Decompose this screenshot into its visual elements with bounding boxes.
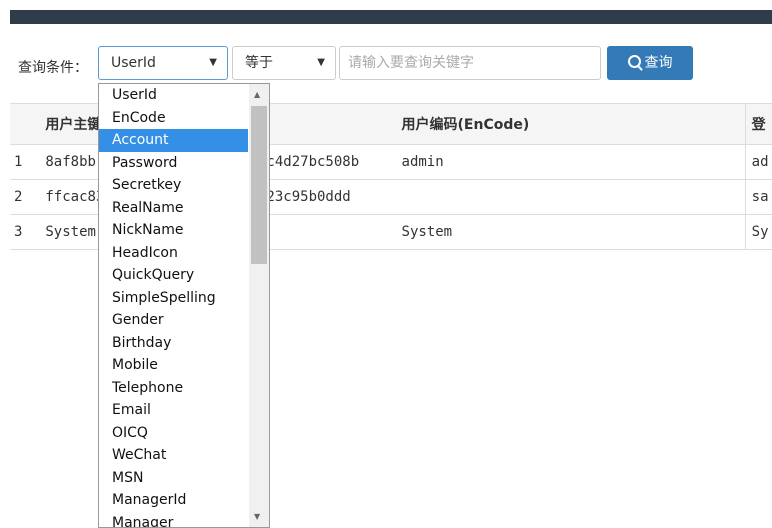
dropdown-option-oicq[interactable]: OICQ <box>99 422 248 445</box>
dropdown-option-secretkey[interactable]: Secretkey <box>99 174 248 197</box>
cell-login: Sy <box>744 214 772 250</box>
dropdown-option-managerid[interactable]: ManagerId <box>99 489 248 512</box>
dropdown-option-userid[interactable]: UserId <box>99 84 248 107</box>
row-number: 3 <box>10 214 38 250</box>
scrollbar-thumb[interactable] <box>251 106 267 264</box>
row-number: 2 <box>10 179 38 215</box>
field-dropdown-list[interactable]: UserId EnCode Account Password Secretkey… <box>98 83 270 528</box>
field-select[interactable]: UserId ▼ <box>98 46 228 80</box>
query-condition-label: 查询条件： <box>18 60 88 76</box>
operator-select-value: 等于 <box>245 55 273 71</box>
dropdown-option-email[interactable]: Email <box>99 399 248 422</box>
dropdown-option-birthday[interactable]: Birthday <box>99 332 248 355</box>
column-header-encode[interactable]: 用户编码(EnCode) <box>393 103 746 145</box>
dropdown-option-mobile[interactable]: Mobile <box>99 354 248 377</box>
field-select-value: UserId <box>111 55 156 71</box>
dropdown-option-manager[interactable]: Manager <box>99 512 248 528</box>
row-number: 1 <box>10 144 38 180</box>
dropdown-option-headicon[interactable]: HeadIcon <box>99 242 248 265</box>
cell-encode: System <box>393 214 746 250</box>
dropdown-option-simplespelling[interactable]: SimpleSpelling <box>99 287 248 310</box>
cell-login: ad <box>744 144 772 180</box>
caret-down-icon: ▼ <box>317 57 325 68</box>
dropdown-option-gender[interactable]: Gender <box>99 309 248 332</box>
search-button-label: 查询 <box>644 55 673 71</box>
search-button[interactable]: 查询 <box>607 46 693 80</box>
dropdown-option-nickname[interactable]: NickName <box>99 219 248 242</box>
top-bar <box>10 10 772 24</box>
dropdown-option-msn[interactable]: MSN <box>99 467 248 490</box>
dropdown-option-quickquery[interactable]: QuickQuery <box>99 264 248 287</box>
cell-user-id-head: ffcac83 <box>45 189 105 205</box>
cell-user-id-head: 8af8bb <box>45 154 96 170</box>
dropdown-option-telephone[interactable]: Telephone <box>99 377 248 400</box>
column-header-index <box>10 103 38 145</box>
dropdown-option-realname[interactable]: RealName <box>99 197 248 220</box>
caret-down-icon: ▼ <box>209 57 217 68</box>
cell-user-id-tail: 4c4d27bc508b <box>258 154 360 170</box>
dropdown-scrollbar[interactable]: ▲ ▼ <box>249 84 269 527</box>
search-input[interactable]: 请输入要查询关键字 <box>339 46 601 80</box>
scroll-up-arrow-icon[interactable]: ▲ <box>254 90 260 99</box>
dropdown-option-account[interactable]: Account <box>99 129 248 152</box>
cell-encode <box>393 179 746 215</box>
column-header-login[interactable]: 登 <box>744 103 772 145</box>
scroll-down-arrow-icon[interactable]: ▼ <box>254 512 260 521</box>
cell-login: sa <box>744 179 772 215</box>
cell-encode: admin <box>393 144 746 180</box>
search-icon <box>627 55 641 68</box>
dropdown-option-encode[interactable]: EnCode <box>99 107 248 130</box>
operator-select[interactable]: 等于 ▼ <box>232 46 336 80</box>
search-input-placeholder: 请输入要查询关键字 <box>348 55 474 71</box>
dropdown-option-wechat[interactable]: WeChat <box>99 444 248 467</box>
cell-user-id-tail: 723c95b0ddd <box>258 189 351 205</box>
dropdown-option-password[interactable]: Password <box>99 152 248 175</box>
